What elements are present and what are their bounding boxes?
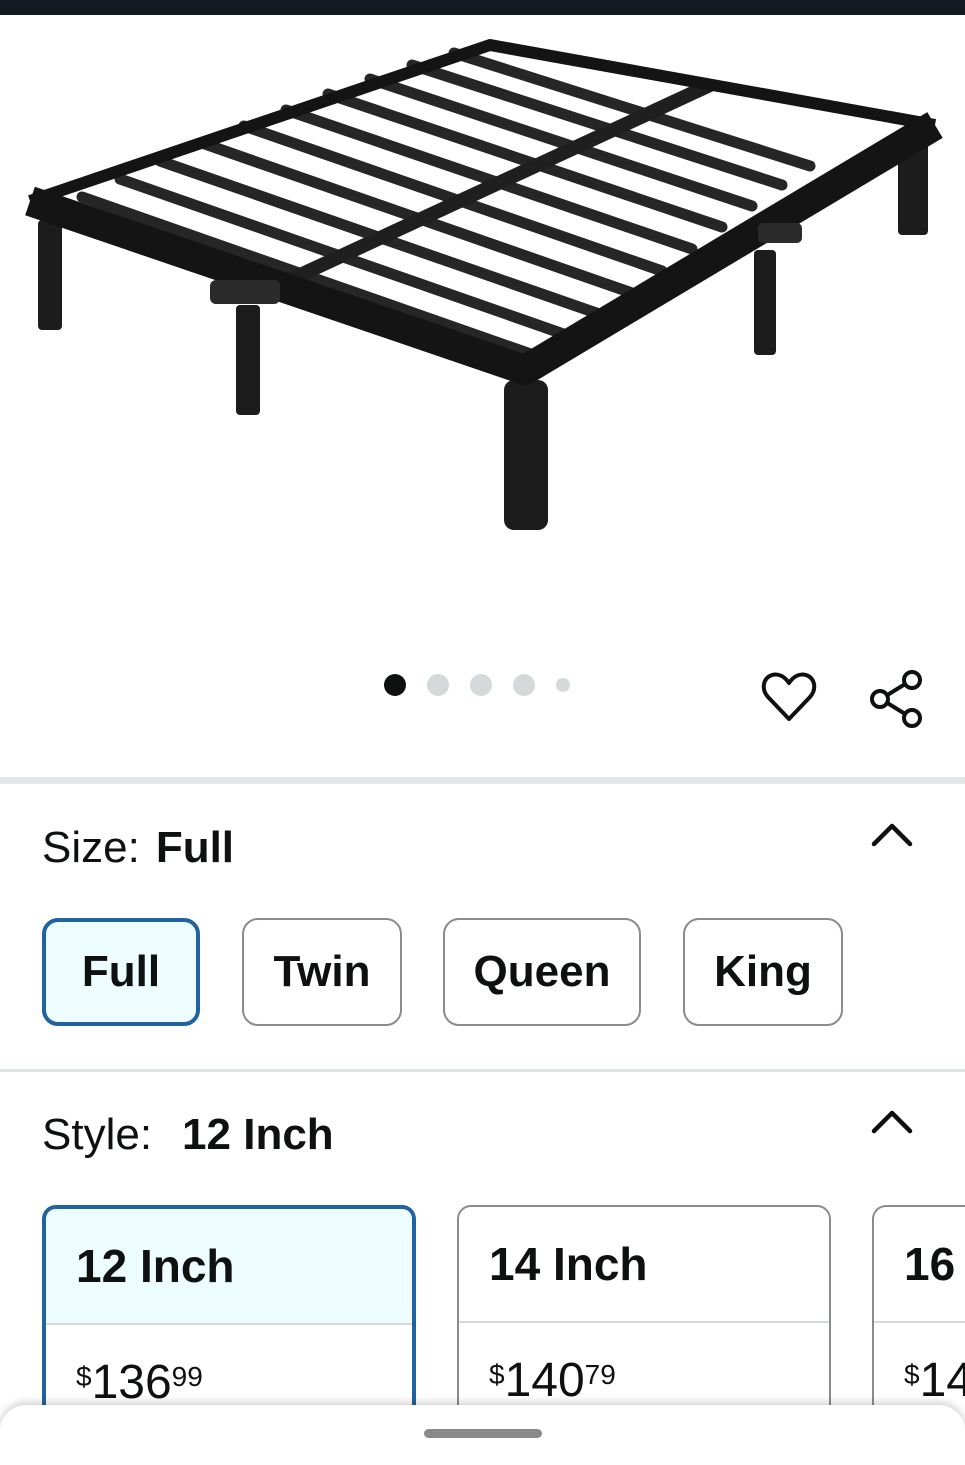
size-option-label: Queen <box>473 947 611 996</box>
price-whole: 140 <box>504 1354 585 1407</box>
style-selected-value: 12 Inch <box>182 1110 334 1159</box>
status-bar <box>0 0 965 15</box>
image-pagination-dots <box>384 673 591 697</box>
size-selected-value: Full <box>155 823 235 872</box>
size-label: Size: <box>42 823 140 872</box>
price-fraction: 79 <box>584 1359 616 1390</box>
price-fraction: 99 <box>171 1361 203 1392</box>
style-option-price: $14079 <box>459 1323 829 1408</box>
size-option-queen[interactable]: Queen <box>443 918 641 1026</box>
pagination-dot[interactable] <box>513 674 535 696</box>
style-option-price: $13699 <box>46 1325 412 1410</box>
pagination-dot[interactable] <box>427 674 449 696</box>
size-selector-header: Size: Full <box>42 820 234 876</box>
style-option-label: 14 Inch <box>489 1238 648 1290</box>
price-currency: $ <box>904 1359 920 1390</box>
pagination-dot[interactable] <box>470 674 492 696</box>
product-image-gallery[interactable] <box>0 15 965 777</box>
price-whole: 136 <box>91 1356 172 1409</box>
size-option-label: Full <box>81 947 161 996</box>
section-divider <box>0 1069 965 1072</box>
share-button[interactable] <box>866 669 926 729</box>
drag-handle[interactable] <box>424 1429 542 1438</box>
size-option-twin[interactable]: Twin <box>242 918 402 1026</box>
section-divider <box>0 777 965 784</box>
style-option-label: 16 <box>904 1238 956 1290</box>
price-currency: $ <box>489 1359 505 1390</box>
add-to-wishlist-button[interactable] <box>760 669 818 727</box>
style-selector-header: Style: 12 Inch <box>42 1107 334 1163</box>
size-option-full[interactable]: Full <box>42 918 200 1026</box>
chevron-up-icon[interactable] <box>870 1105 914 1135</box>
pagination-dot[interactable] <box>556 678 570 692</box>
size-option-king[interactable]: King <box>683 918 843 1026</box>
price-currency: $ <box>76 1361 92 1392</box>
bottom-sheet[interactable] <box>0 1405 965 1465</box>
pagination-dot[interactable] <box>384 674 406 696</box>
size-option-label: Twin <box>273 947 371 996</box>
chevron-up-icon[interactable] <box>870 818 914 848</box>
share-icon <box>870 670 922 728</box>
heart-icon <box>761 672 817 721</box>
price-whole: 14 <box>919 1354 965 1407</box>
product-image[interactable] <box>20 25 950 535</box>
style-option-label: 12 Inch <box>76 1240 235 1292</box>
size-option-label: King <box>714 947 812 996</box>
style-label: Style: <box>42 1110 153 1159</box>
style-option-price: $14 <box>874 1323 965 1408</box>
